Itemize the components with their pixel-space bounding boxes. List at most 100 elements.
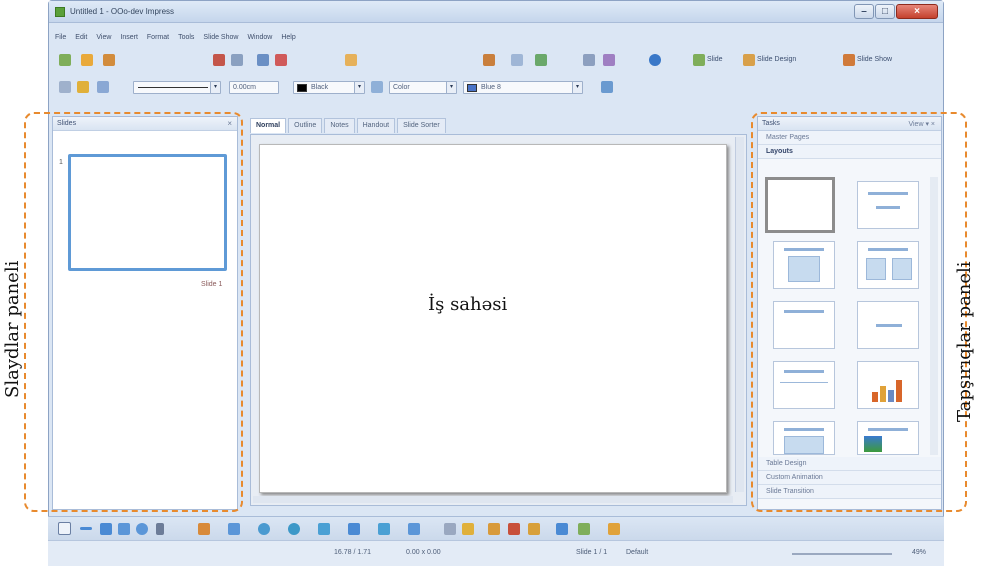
table-icon[interactable]: [583, 54, 595, 66]
slide-show-icon[interactable]: [843, 54, 855, 66]
flowchart-icon[interactable]: [348, 523, 360, 535]
arrow-style-icon[interactable]: [97, 81, 109, 93]
connector-tool-icon[interactable]: [228, 523, 240, 535]
blue-swatch: [467, 84, 477, 92]
save-icon[interactable]: [103, 54, 115, 66]
tab-handout[interactable]: Handout: [356, 118, 396, 133]
line-style-icon[interactable]: [77, 81, 89, 93]
callouts-icon[interactable]: [378, 523, 390, 535]
drawing-toolbar: [48, 516, 944, 540]
select-arrow-icon[interactable]: [59, 81, 71, 93]
impress-app-icon: [55, 7, 65, 17]
menu-slide-show[interactable]: Slide Show: [203, 34, 238, 47]
chevron-down-icon: ▾: [446, 82, 456, 93]
slide-canvas[interactable]: [259, 144, 727, 493]
arrow-tool-icon[interactable]: [100, 523, 112, 535]
slide-indicator: Slide 1 / 1: [576, 549, 608, 556]
line-tool-icon[interactable]: [80, 527, 92, 530]
paste-icon[interactable]: [345, 54, 357, 66]
line-sample: [138, 87, 208, 88]
menu-insert[interactable]: Insert: [120, 34, 138, 47]
tasks-panel-annotation: Tapşırıqlar paneli: [954, 261, 975, 422]
slides-panel-highlight: [24, 112, 243, 512]
print-icon[interactable]: [231, 54, 243, 66]
window-title: Untitled 1 - OOo-dev Impress: [70, 7, 175, 16]
horizontal-scrollbar[interactable]: [253, 496, 733, 503]
text-tool-icon[interactable]: [156, 523, 164, 535]
line-width-value: 0.00cm: [233, 84, 256, 91]
black-swatch: [297, 84, 307, 92]
slide-button-label[interactable]: Slide: [707, 56, 723, 63]
undo-icon[interactable]: [511, 54, 523, 66]
area-color-select[interactable]: Blue 8 ▾: [463, 81, 583, 94]
export-pdf-icon[interactable]: [213, 54, 225, 66]
menu-view[interactable]: View: [96, 34, 111, 47]
tab-outline[interactable]: Outline: [288, 118, 323, 133]
from-file-icon[interactable]: [508, 523, 520, 535]
area-color-value: Blue 8: [481, 84, 501, 91]
work-area: [250, 134, 747, 506]
rotate-icon[interactable]: [556, 523, 568, 535]
zoom-slider[interactable]: [792, 553, 892, 555]
menu-format[interactable]: Format: [147, 34, 169, 47]
rectangle-tool-icon[interactable]: [118, 523, 130, 535]
menu-bar: File Edit View Insert Format Tools Slide…: [49, 34, 943, 47]
status-bar: 16.78 / 1.71 0.00 x 0.00 Slide 1 / 1 Def…: [48, 540, 944, 566]
menu-edit[interactable]: Edit: [75, 34, 87, 47]
line-color-value: Black: [311, 84, 329, 91]
gallery-icon[interactable]: [528, 523, 540, 535]
block-arrows-icon[interactable]: [318, 523, 330, 535]
arrange-icon[interactable]: [608, 523, 620, 535]
chevron-down-icon: ▾: [572, 82, 582, 93]
shadow-icon[interactable]: [601, 81, 613, 93]
menu-tools[interactable]: Tools: [178, 34, 194, 47]
stars-icon[interactable]: [408, 523, 420, 535]
alignment-icon[interactable]: [578, 523, 590, 535]
curve-tool-icon[interactable]: [198, 523, 210, 535]
tab-normal[interactable]: Normal: [250, 118, 287, 133]
title-bar: Untitled 1 - OOo-dev Impress – □ ×: [49, 1, 943, 23]
symbol-shapes-icon[interactable]: [288, 523, 300, 535]
points-icon[interactable]: [444, 523, 456, 535]
select-icon[interactable]: [58, 522, 71, 535]
close-button[interactable]: ×: [896, 4, 938, 19]
slides-panel-annotation: Slaydlar paneli: [2, 260, 23, 398]
open-folder-icon[interactable]: [81, 54, 93, 66]
area-style-icon[interactable]: [371, 81, 383, 93]
chevron-down-icon: ▾: [354, 82, 364, 93]
area-style-value: Color: [393, 84, 410, 91]
new-slide-icon[interactable]: [693, 54, 705, 66]
area-style-select[interactable]: Color ▾: [389, 81, 457, 94]
tasks-panel-highlight: [751, 112, 967, 512]
line-and-filling-toolbar: ▾ 0.00cm Black ▾ Color ▾ Blue 8 ▾: [53, 78, 939, 98]
line-style-select[interactable]: ▾: [133, 81, 221, 94]
slide-show-button-label[interactable]: Slide Show: [857, 56, 892, 63]
menu-help[interactable]: Help: [281, 34, 295, 47]
redo-icon[interactable]: [535, 54, 547, 66]
work-area-annotation: İş sahəsi: [428, 294, 508, 315]
new-document-icon[interactable]: [59, 54, 71, 66]
glue-points-icon[interactable]: [462, 523, 474, 535]
slide-design-button-label[interactable]: Slide Design: [757, 56, 796, 63]
object-size: 0.00 x 0.00: [406, 549, 441, 556]
tab-slide-sorter[interactable]: Slide Sorter: [397, 118, 446, 133]
standard-toolbar: Slide Slide Design Slide Show: [53, 51, 939, 71]
spellcheck-icon[interactable]: [257, 54, 269, 66]
line-width-field[interactable]: 0.00cm: [229, 81, 279, 94]
help-icon[interactable]: [649, 54, 661, 66]
maximize-button[interactable]: □: [875, 4, 895, 19]
menu-window[interactable]: Window: [247, 34, 272, 47]
minimize-button[interactable]: –: [854, 4, 874, 19]
format-paintbrush-icon[interactable]: [483, 54, 495, 66]
fontwork-icon[interactable]: [488, 523, 500, 535]
menu-file[interactable]: File: [55, 34, 66, 47]
basic-shapes-icon[interactable]: [258, 523, 270, 535]
vertical-scrollbar[interactable]: [735, 137, 744, 492]
cursor-position: 16.78 / 1.71: [334, 549, 371, 556]
slide-design-icon[interactable]: [743, 54, 755, 66]
autospellcheck-icon[interactable]: [275, 54, 287, 66]
tab-notes[interactable]: Notes: [324, 118, 355, 133]
chart-icon[interactable]: [603, 54, 615, 66]
line-color-select[interactable]: Black ▾: [293, 81, 365, 94]
ellipse-tool-icon[interactable]: [136, 523, 148, 535]
